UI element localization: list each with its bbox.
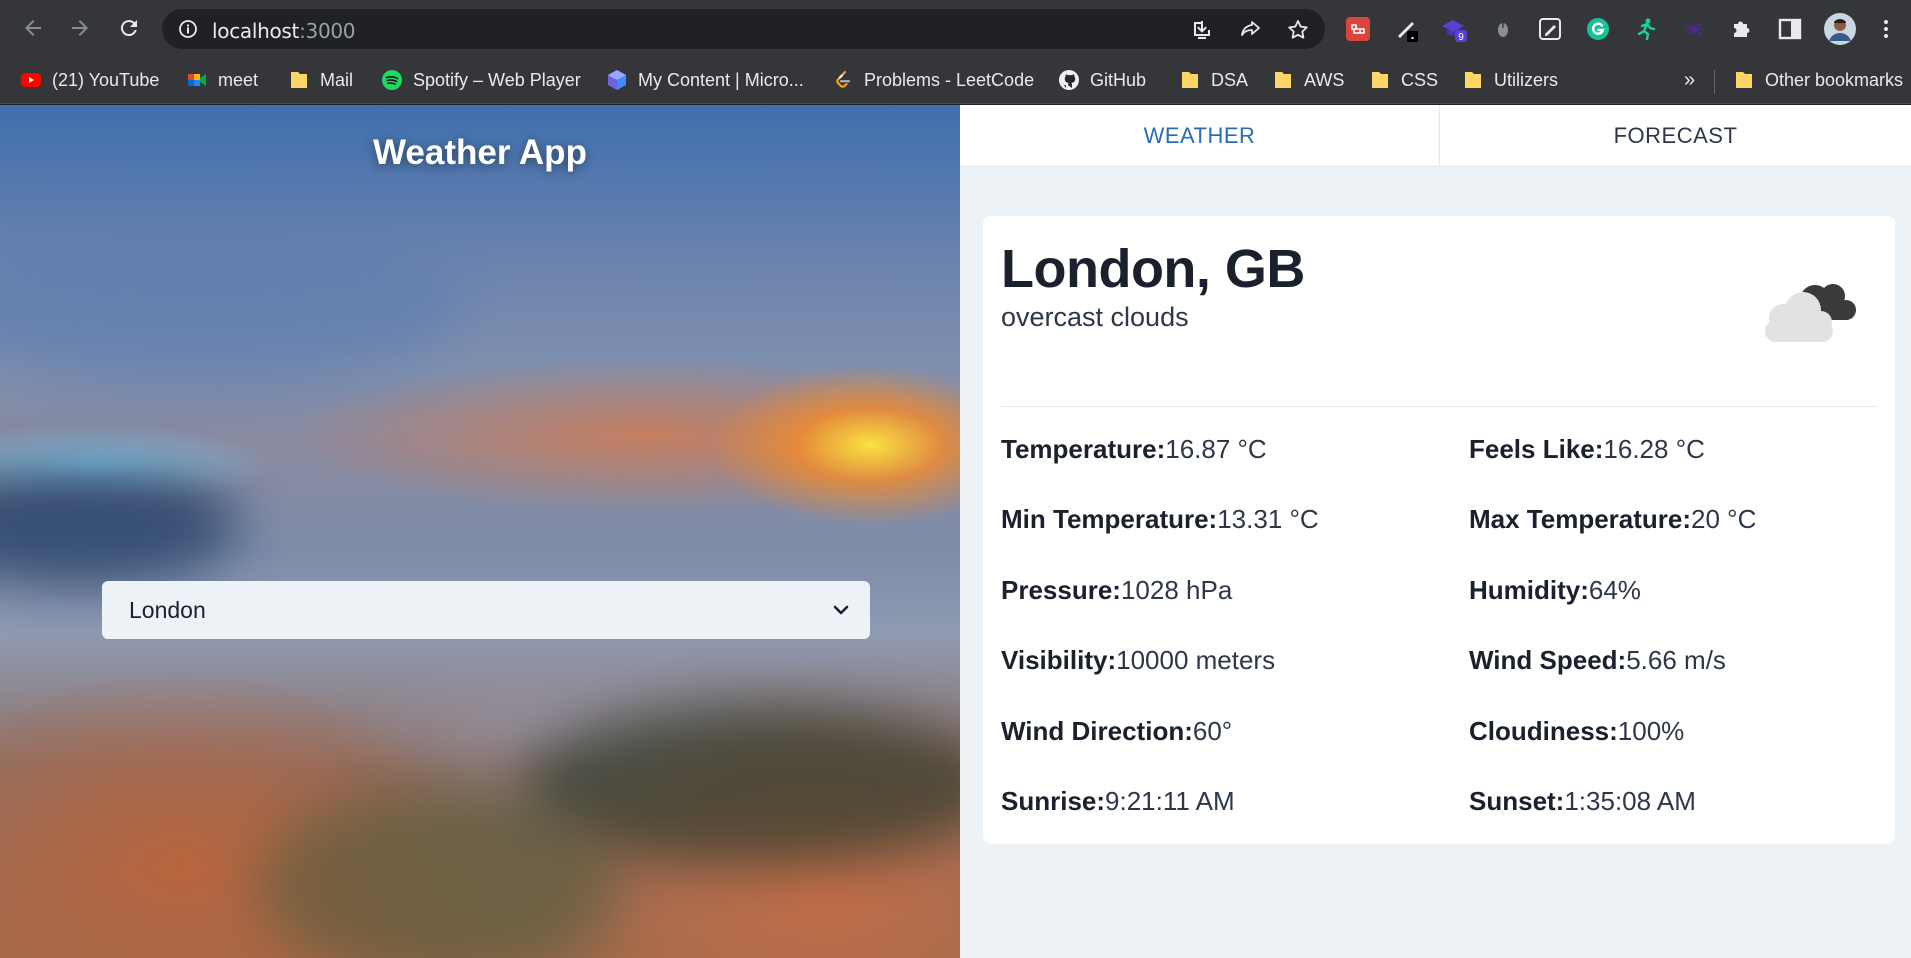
weather-panel: WEATHER FORECAST London, GB overcast clo… <box>960 105 1911 958</box>
extension-3-button[interactable]: 9 <box>1440 15 1468 43</box>
folder-icon <box>1369 69 1391 91</box>
stat-cloudiness: Cloudiness:100% <box>1469 716 1685 746</box>
folder-icon <box>1272 69 1294 91</box>
chevron-down-icon <box>833 605 849 615</box>
stat-sunrise: Sunrise:9:21:11 AM <box>1001 786 1235 816</box>
bookmark-star-icon[interactable] <box>1286 18 1310 42</box>
tab-bar: WEATHER FORECAST <box>960 105 1911 167</box>
url-text: localhost:3000 <box>212 19 356 43</box>
stat-pressure: Pressure:1028 hPa <box>1001 575 1233 605</box>
youtube-icon <box>20 69 42 91</box>
forward-arrow-icon <box>72 20 88 36</box>
overcast-clouds-icon <box>1765 284 1856 342</box>
reload-button[interactable] <box>113 12 145 44</box>
extensions-button[interactable] <box>1728 15 1756 43</box>
stat-temperature: Temperature:16.87 °C <box>1001 434 1267 464</box>
bookmark-folder-utilizers[interactable]: Utilizers <box>1462 66 1558 94</box>
profile-avatar[interactable] <box>1824 13 1856 45</box>
extension-2-button[interactable] <box>1393 15 1421 43</box>
bookmark-folder-css[interactable]: CSS <box>1369 66 1438 94</box>
weather-description: overcast clouds <box>1001 302 1189 332</box>
browser-toolbar: localhost:3000 9 <box>0 0 1911 58</box>
extension-8-button[interactable] <box>1680 15 1708 43</box>
extension-5-button[interactable] <box>1536 15 1564 43</box>
stat-max-temperature: Max Temperature:20 °C <box>1469 504 1757 534</box>
bookmark-github[interactable]: GitHub <box>1058 66 1146 94</box>
bookmark-folder-other[interactable]: Other bookmarks <box>1733 66 1903 94</box>
stat-wind-speed: Wind Speed:5.66 m/s <box>1469 645 1726 675</box>
bookmark-spotify[interactable]: Spotify – Web Player <box>381 66 581 94</box>
github-icon <box>1058 69 1080 91</box>
bookmark-folder-dsa[interactable]: DSA <box>1179 66 1248 94</box>
folder-icon <box>1179 69 1201 91</box>
browser-menu-button[interactable] <box>1872 15 1900 43</box>
extension-6-button[interactable] <box>1584 15 1612 43</box>
microsoft-icon <box>606 69 628 91</box>
graduation-cap-icon: 9 <box>1442 20 1467 42</box>
side-panel-button[interactable] <box>1776 15 1804 43</box>
reload-icon <box>120 20 137 37</box>
bookmark-youtube[interactable]: (21) YouTube <box>20 66 159 94</box>
bookmark-leetcode[interactable]: Problems - LeetCode <box>832 66 1034 94</box>
notes-extension-icon <box>1539 18 1561 40</box>
folder-icon <box>1462 69 1484 91</box>
forward-button[interactable] <box>64 12 96 44</box>
bookmark-meet[interactable]: meet <box>186 66 258 94</box>
tab-forecast[interactable]: FORECAST <box>1439 105 1911 167</box>
puzzle-icon <box>1734 21 1750 37</box>
folder-icon <box>1733 69 1755 91</box>
svg-text:9: 9 <box>1458 32 1464 42</box>
stat-visibility: Visibility:10000 meters <box>1001 645 1276 675</box>
stat-sunset: Sunset:1:35:08 AM <box>1469 786 1696 816</box>
dev-extension-icon <box>1346 17 1370 41</box>
location-title: London, GB <box>1001 239 1305 299</box>
extension-1-button[interactable] <box>1344 15 1372 43</box>
extension-7-button[interactable] <box>1632 15 1660 43</box>
spotify-icon <box>381 69 403 91</box>
stat-feels-like: Feels Like:16.28 °C <box>1469 434 1705 464</box>
tab-weather[interactable]: WEATHER <box>960 105 1439 167</box>
bookmark-folder-aws[interactable]: AWS <box>1272 66 1344 94</box>
meet-icon <box>186 69 208 91</box>
pen-extension-icon <box>1398 22 1418 42</box>
spider-extension-icon <box>1685 22 1703 36</box>
leetcode-icon <box>832 69 854 91</box>
avatar-icon <box>1824 13 1856 45</box>
kebab-menu-icon <box>1884 20 1888 38</box>
share-icon[interactable] <box>1238 18 1262 42</box>
weather-card: London, GB overcast clouds Temperature:1… <box>983 216 1895 844</box>
extension-4-button[interactable] <box>1489 15 1517 43</box>
grammarly-icon <box>1587 18 1609 40</box>
stat-wind-direction: Wind Direction:60° <box>1001 716 1233 746</box>
side-panel-icon <box>1778 18 1802 40</box>
mouse-extension-icon <box>1498 23 1508 37</box>
bookmarks-bar: (21) YouTube meet Mail Spotify – Web Pla… <box>0 58 1911 104</box>
background-landscape-panel: Weather App London <box>0 105 960 958</box>
install-app-icon[interactable] <box>1190 18 1214 42</box>
city-select-value: London <box>129 596 206 623</box>
stat-humidity: Humidity:64% <box>1469 575 1641 605</box>
app-title: Weather App <box>373 133 587 172</box>
folder-icon <box>288 69 310 91</box>
bookmarks-overflow-button[interactable]: » <box>1684 66 1695 94</box>
back-arrow-icon <box>25 20 41 36</box>
runner-extension-icon <box>1637 18 1656 41</box>
bg-shadow <box>0 465 240 585</box>
bg-sky <box>0 225 460 385</box>
bookmark-microsoft[interactable]: My Content | Micro... <box>606 66 804 94</box>
bookmark-mail[interactable]: Mail <box>288 66 353 94</box>
site-info-icon[interactable] <box>178 19 198 39</box>
stat-min-temperature: Min Temperature:13.31 °C <box>1001 504 1319 534</box>
bookmarks-divider <box>1714 70 1715 94</box>
city-select[interactable]: London <box>102 581 870 639</box>
address-bar[interactable]: localhost:3000 <box>162 9 1325 49</box>
back-button[interactable] <box>17 12 49 44</box>
card-divider <box>1001 406 1877 407</box>
